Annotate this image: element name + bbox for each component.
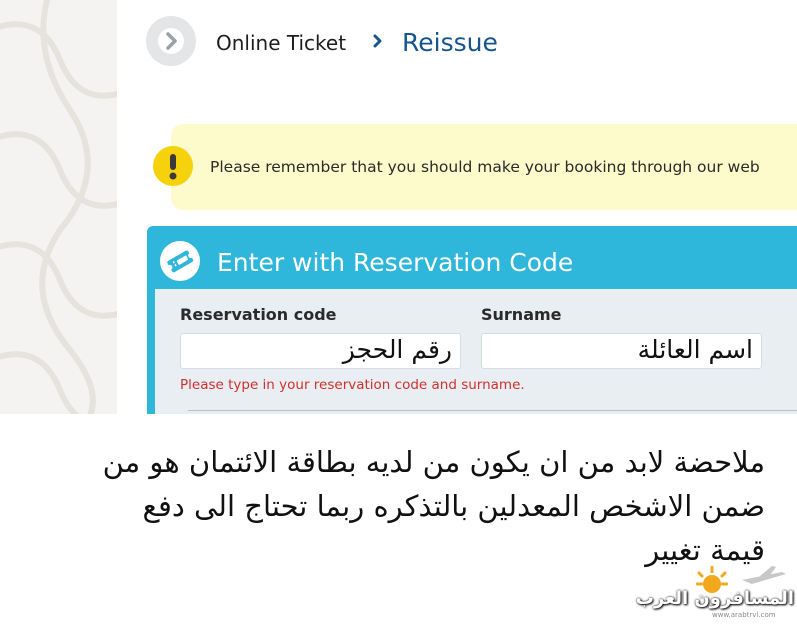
arabic-note: ملاحضة لابد من ان يكون من لديه بطاقة الا…	[30, 440, 765, 572]
page-title: Reissue	[402, 28, 498, 57]
notice-text: Please remember that you should make you…	[210, 158, 760, 176]
note-line: ضمن الاشخص المعدلين بالتذكره ربما تحتاج …	[142, 489, 765, 523]
surname-label: Surname	[481, 305, 562, 324]
panel-body: Reservation code رقم الحجز Surname اسم ا…	[155, 289, 797, 414]
note-line: ملاحضة لابد من ان يكون من لديه بطاقة الا…	[102, 445, 765, 479]
panel-title: Enter with Reservation Code	[217, 248, 574, 277]
decorative-pattern	[0, 0, 117, 414]
ticket-icon	[160, 241, 200, 281]
note-line: قيمة تغيير	[645, 533, 765, 567]
reservation-code-input[interactable]: رقم الحجز	[180, 333, 461, 369]
surname-input[interactable]: اسم العائلة	[481, 333, 762, 369]
logo-url: www.arabtrvl.com	[712, 611, 776, 619]
chevron-right-icon	[373, 34, 382, 48]
back-button[interactable]	[146, 16, 196, 66]
exclamation-icon	[153, 146, 193, 186]
chevron-right-icon	[158, 28, 184, 54]
breadcrumb-online-ticket[interactable]: Online Ticket	[216, 31, 346, 55]
reservation-panel: Enter with Reservation Code Reservation …	[147, 226, 797, 414]
reservation-code-label: Reservation code	[180, 305, 337, 324]
validation-error: Please type in your reservation code and…	[180, 377, 525, 393]
divider	[188, 410, 797, 411]
logo-text: المسافرون العرب	[635, 588, 794, 609]
